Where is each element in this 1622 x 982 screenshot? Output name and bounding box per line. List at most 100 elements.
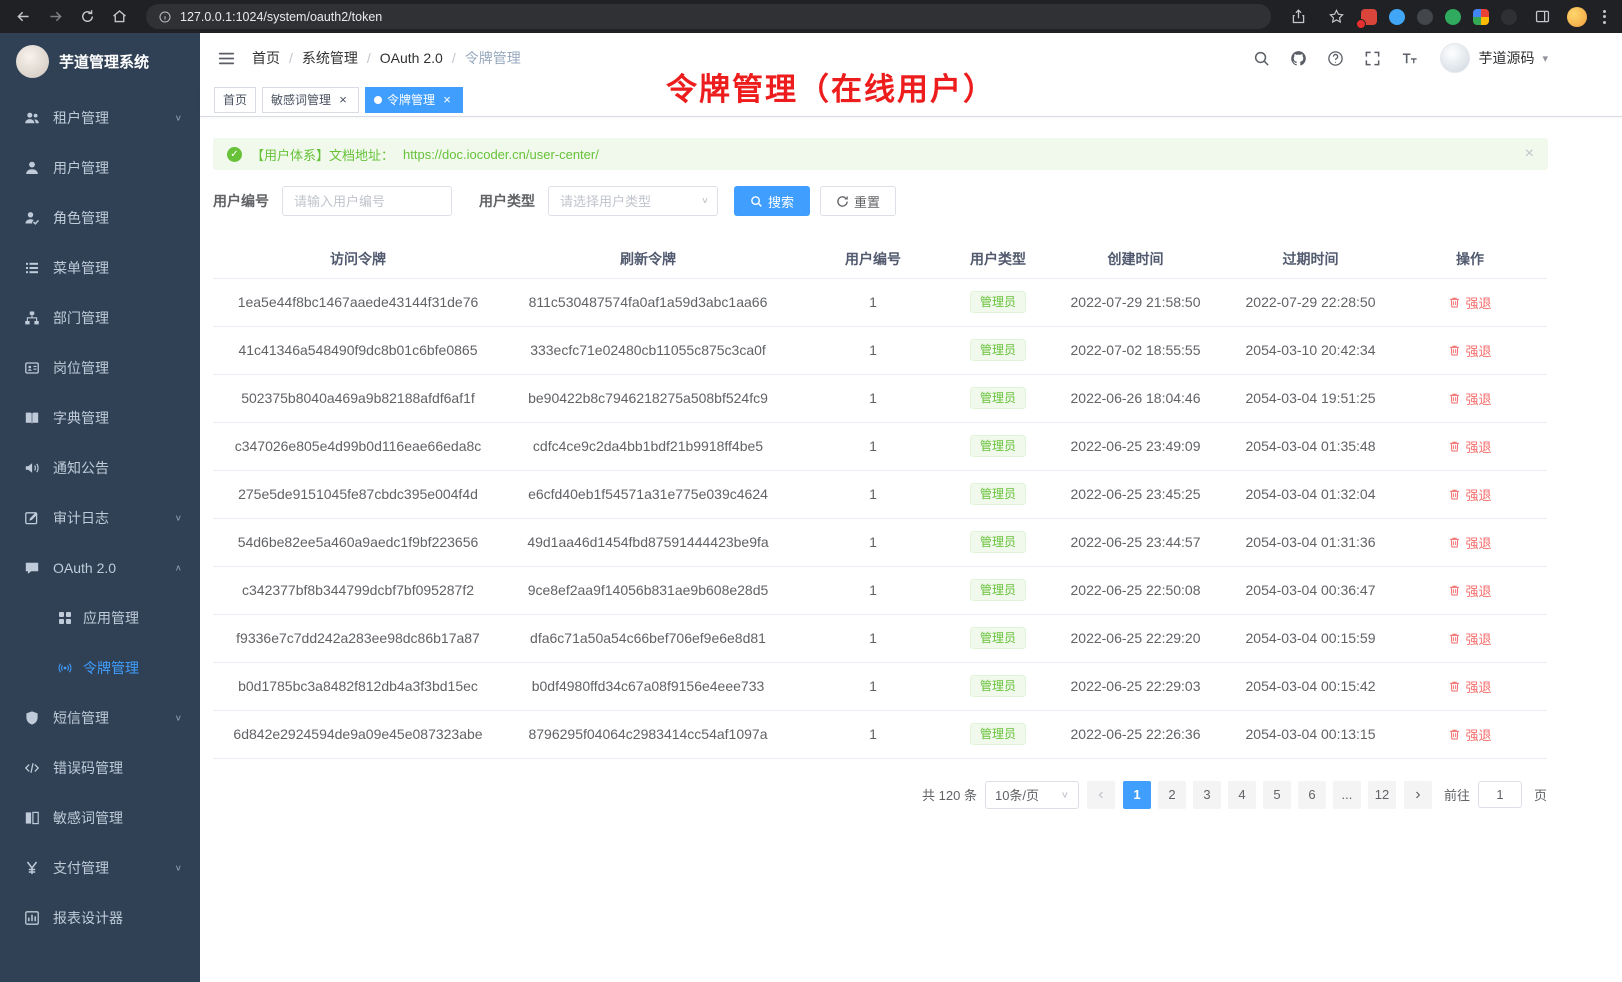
filter-form: 用户编号 用户类型 ∨ 搜索 重置 [213, 181, 1548, 221]
home-icon[interactable] [106, 4, 132, 30]
force-logout-button[interactable]: 强退 [1448, 725, 1491, 744]
page-ellipsis[interactable]: ... [1333, 781, 1361, 809]
breadcrumb-item[interactable]: 首页 [252, 48, 280, 68]
alert-close-icon[interactable]: × [1525, 145, 1534, 163]
sidebar-item-post[interactable]: 岗位管理 [0, 343, 200, 393]
tab-token[interactable]: 令牌管理× [365, 87, 463, 113]
extensions-puzzle-icon[interactable] [1473, 9, 1489, 25]
user-type-select[interactable] [548, 186, 718, 216]
sidebar-item-sensitive-word[interactable]: 敏感词管理 [0, 793, 200, 843]
expire-time-cell: 2054-03-04 00:15:42 [1228, 662, 1393, 710]
badge-icon [24, 360, 40, 376]
page-5-button[interactable]: 5 [1263, 781, 1291, 809]
share-icon[interactable] [1285, 4, 1311, 30]
prev-page-button[interactable]: ‹ [1087, 781, 1115, 809]
user-type-badge: 管理员 [970, 627, 1026, 649]
tab-home[interactable]: 首页 [214, 87, 256, 113]
force-logout-button[interactable]: 强退 [1448, 581, 1491, 600]
font-size-icon[interactable] [1399, 48, 1419, 68]
sidebar-item-oauth2-app[interactable]: 应用管理 [0, 593, 200, 643]
sidebar-item-oauth2-token[interactable]: 令牌管理 [0, 643, 200, 693]
page-4-button[interactable]: 4 [1228, 781, 1256, 809]
page-3-button[interactable]: 3 [1193, 781, 1221, 809]
sidebar-item-pay[interactable]: 支付管理∨ [0, 843, 200, 893]
sidebar-item-label: 部门管理 [53, 308, 109, 328]
sidebar-item-label: 用户管理 [53, 158, 109, 178]
sidebar-item-notice[interactable]: 通知公告 [0, 443, 200, 493]
user-menu[interactable]: 芋道源码 ▾ [1440, 43, 1548, 73]
sidebar-item-dict[interactable]: 字典管理 [0, 393, 200, 443]
sidebar-item-dept[interactable]: 部门管理 [0, 293, 200, 343]
force-logout-button[interactable]: 强退 [1448, 533, 1491, 552]
force-logout-button[interactable]: 强退 [1448, 293, 1491, 312]
sidebar-item-label: 角色管理 [53, 208, 109, 228]
search-icon[interactable] [1251, 48, 1271, 68]
sidebar-item-audit-log[interactable]: 审计日志∨ [0, 493, 200, 543]
sidebar-item-menu[interactable]: 菜单管理 [0, 243, 200, 293]
force-logout-button[interactable]: 强退 [1448, 485, 1491, 504]
page-size-select[interactable]: 10条/页 ∨ [985, 781, 1079, 809]
sidebar-item-label: 字典管理 [53, 408, 109, 428]
force-logout-button[interactable]: 强退 [1448, 677, 1491, 696]
extension-paw-icon[interactable] [1501, 9, 1517, 25]
extension-dark-icon[interactable] [1417, 9, 1433, 25]
hamburger-icon[interactable] [210, 42, 242, 74]
trash-icon [1448, 488, 1461, 501]
extension-blue-icon[interactable] [1389, 9, 1405, 25]
next-page-button[interactable]: › [1404, 781, 1432, 809]
back-icon[interactable] [10, 4, 36, 30]
access-token-cell: 275e5de9151045fe87cbdc395e004f4d [213, 470, 503, 518]
reset-button[interactable]: 重置 [820, 186, 896, 216]
column-header: 过期时间 [1228, 240, 1393, 278]
doc-link[interactable]: https://doc.iocoder.cn/user-center/ [403, 147, 599, 162]
forward-icon[interactable] [42, 4, 68, 30]
access-token-cell: 41c41346a548490f9dc8b01c6bfe0865 [213, 326, 503, 374]
user-id-input[interactable] [282, 186, 452, 216]
sidebar-item-tenant[interactable]: 租户管理∨ [0, 93, 200, 143]
address-bar[interactable]: 127.0.0.1:1024/system/oauth2/token [146, 4, 1271, 29]
user-avatar [1440, 43, 1470, 73]
extension-adblock-icon[interactable] [1361, 9, 1377, 25]
search-button[interactable]: 搜索 [734, 186, 810, 216]
browser-menu-icon[interactable] [1599, 10, 1610, 24]
shield-icon [24, 710, 40, 726]
sidebar: 芋道管理系统 租户管理∨ 用户管理角色管理菜单管理部门管理岗位管理字典管理通知公告… [0, 33, 200, 982]
page-2-button[interactable]: 2 [1158, 781, 1186, 809]
force-logout-button[interactable]: 强退 [1448, 629, 1491, 648]
fullscreen-icon[interactable] [1362, 48, 1382, 68]
page-1-button[interactable]: 1 [1123, 781, 1151, 809]
breadcrumb-item[interactable]: 系统管理 [302, 48, 358, 68]
app-logo[interactable]: 芋道管理系统 [0, 33, 200, 89]
tab-close-icon[interactable]: × [336, 93, 350, 107]
page-12-button[interactable]: 12 [1368, 781, 1396, 809]
role-icon [24, 210, 40, 226]
force-logout-button[interactable]: 强退 [1448, 437, 1491, 456]
column-header: 用户编号 [793, 240, 953, 278]
side-panel-icon[interactable] [1529, 4, 1555, 30]
bookmark-star-icon[interactable] [1323, 4, 1349, 30]
sidebar-item-role[interactable]: 角色管理 [0, 193, 200, 243]
user-id-cell: 1 [793, 278, 953, 326]
help-icon[interactable] [1325, 48, 1345, 68]
audit-icon [24, 510, 40, 526]
page-6-button[interactable]: 6 [1298, 781, 1326, 809]
reload-icon[interactable] [74, 4, 100, 30]
github-icon[interactable] [1288, 48, 1308, 68]
goto-page-input[interactable] [1478, 781, 1522, 808]
tab-close-icon[interactable]: × [440, 93, 454, 107]
sidebar-item-report-designer[interactable]: 报表设计器 [0, 893, 200, 943]
create-time-cell: 2022-06-26 18:04:46 [1043, 374, 1228, 422]
force-logout-button[interactable]: 强退 [1448, 389, 1491, 408]
browser-profile-avatar[interactable] [1567, 7, 1587, 27]
expire-time-cell: 2022-07-29 22:28:50 [1228, 278, 1393, 326]
force-logout-button[interactable]: 强退 [1448, 341, 1491, 360]
breadcrumb-item[interactable]: OAuth 2.0 [380, 50, 443, 66]
sidebar-item-label: 敏感词管理 [53, 808, 123, 828]
sidebar-item-user[interactable]: 用户管理 [0, 143, 200, 193]
sidebar-item-sms[interactable]: 短信管理∨ [0, 693, 200, 743]
extension-green-icon[interactable] [1445, 9, 1461, 25]
tab-sensitive-word[interactable]: 敏感词管理× [262, 87, 359, 113]
sidebar-item-error-code[interactable]: 错误码管理 [0, 743, 200, 793]
user-type-badge: 管理员 [970, 387, 1026, 409]
sidebar-item-oauth2[interactable]: OAuth 2.0∧ [0, 543, 200, 593]
